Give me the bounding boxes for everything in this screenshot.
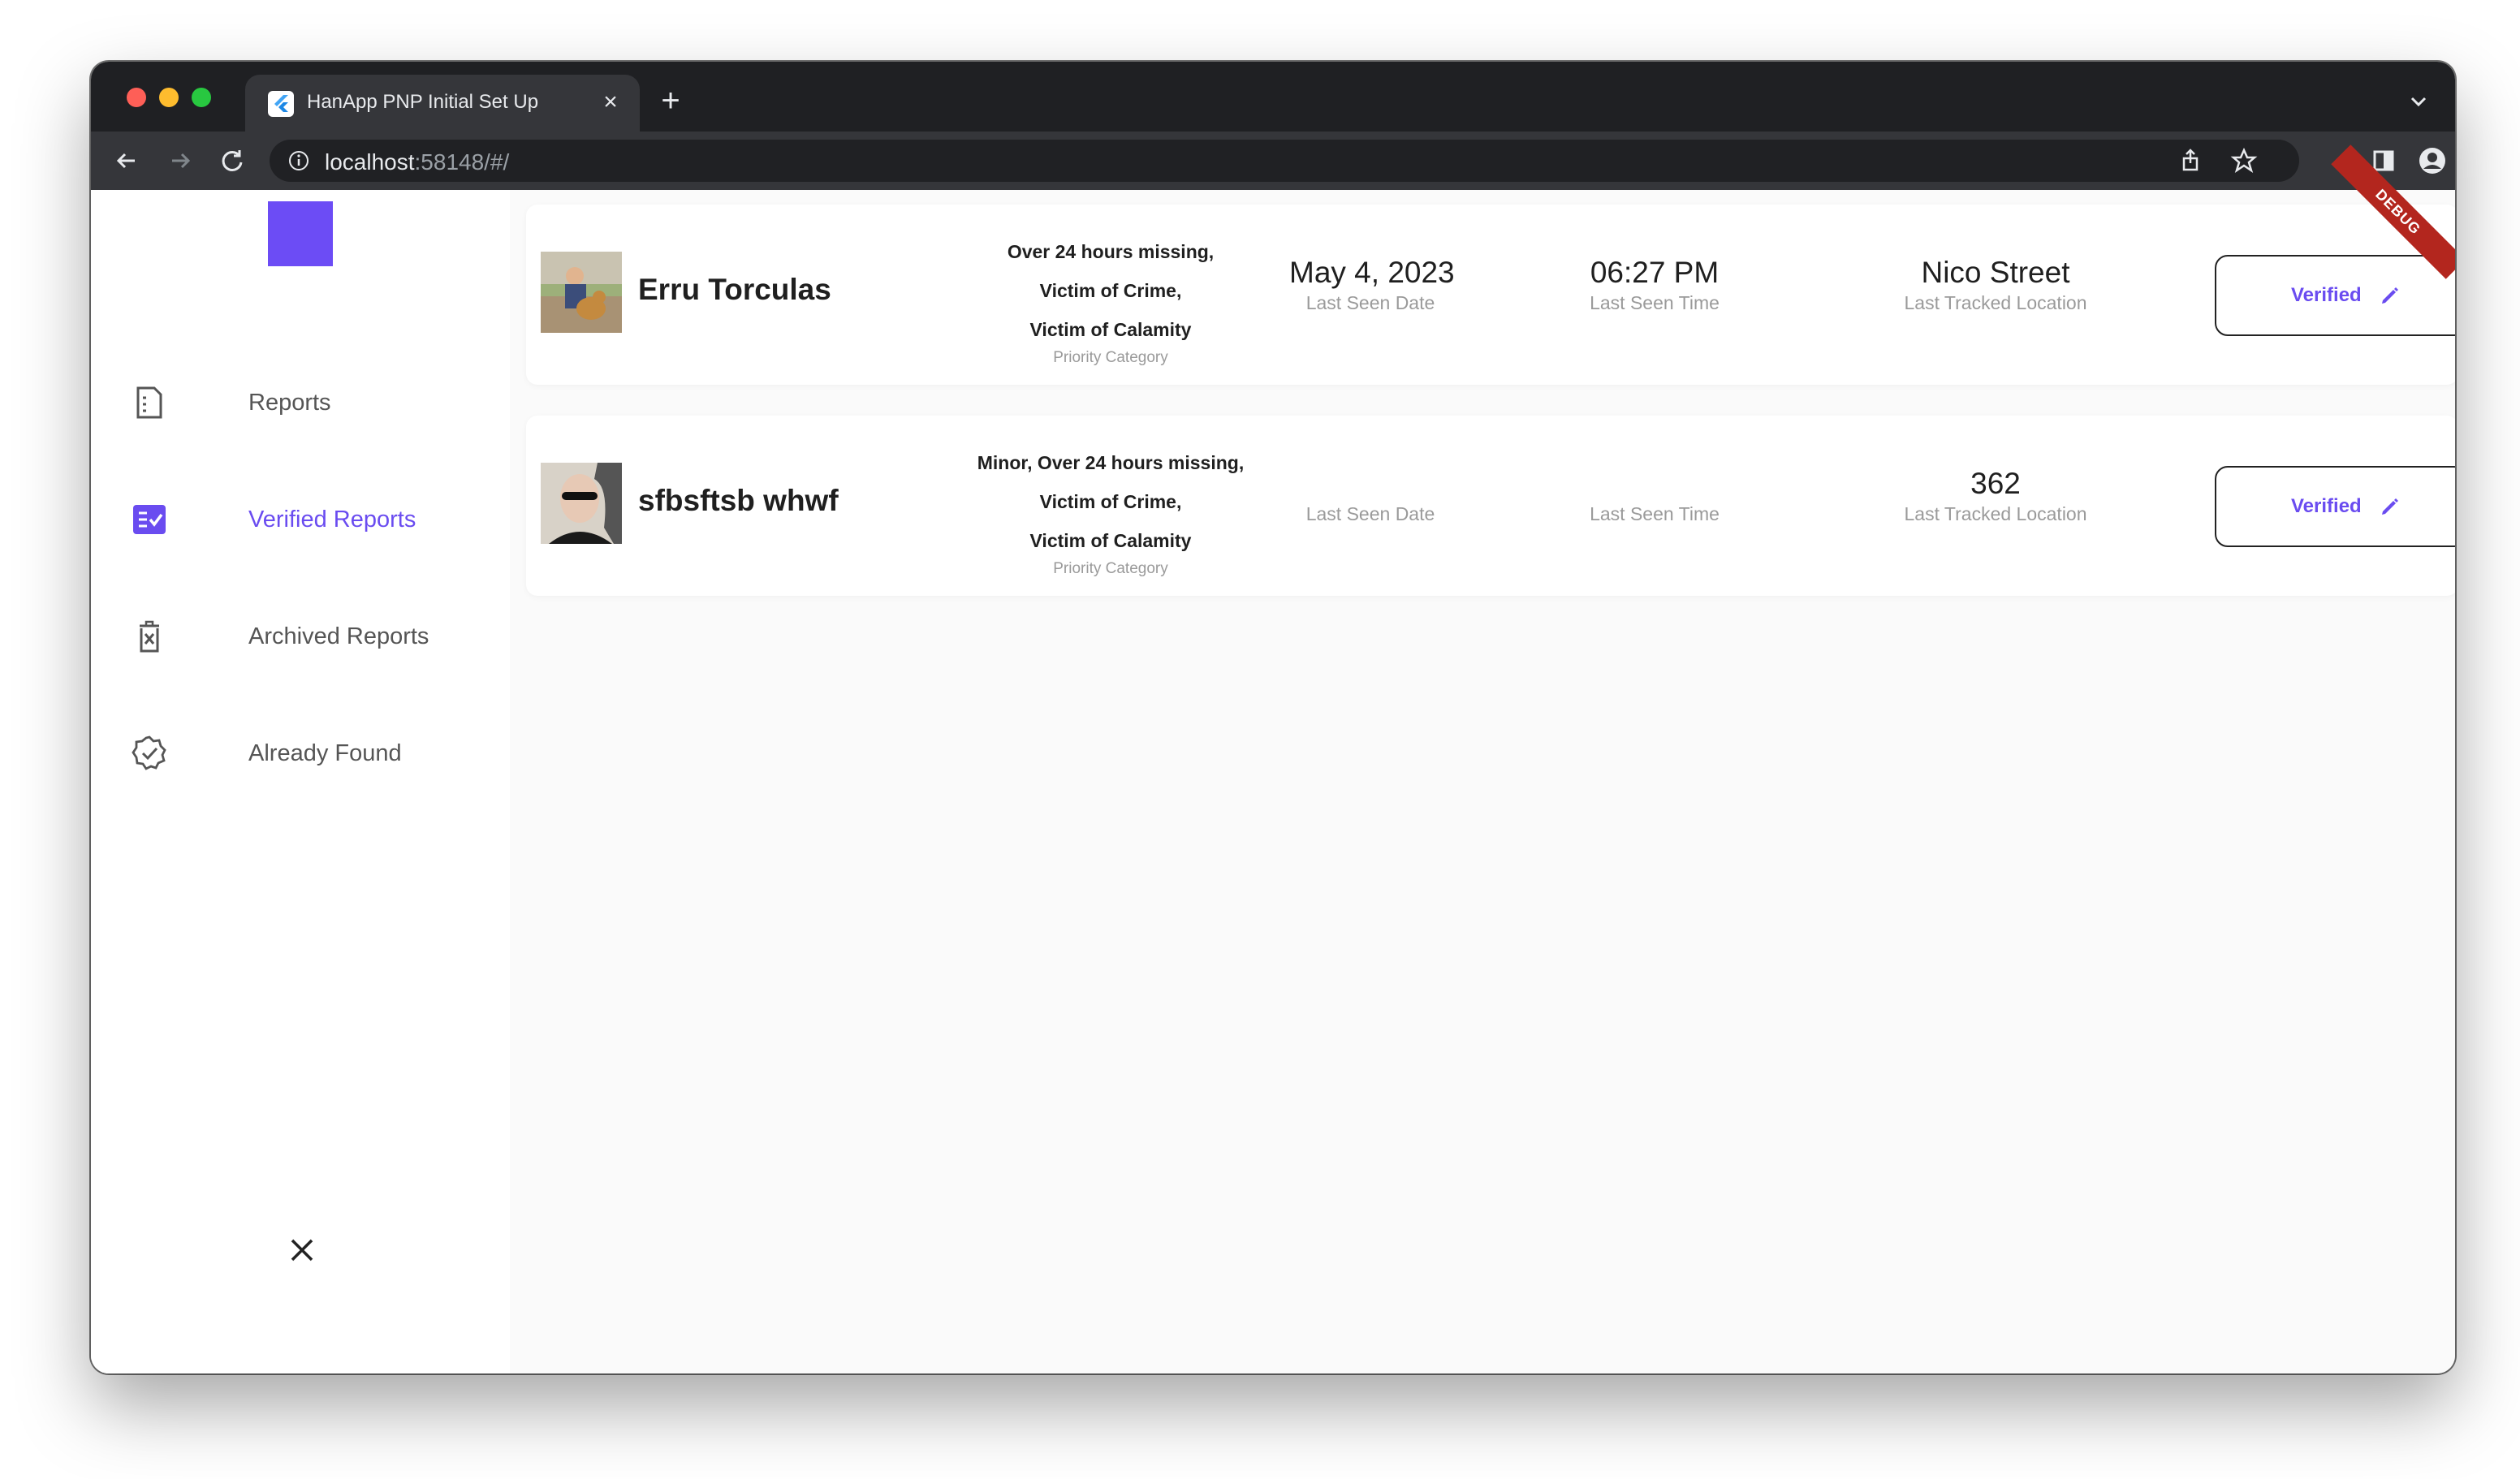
person-name: sfbsftsb whwf <box>638 484 839 517</box>
minimize-window-button[interactable] <box>159 88 179 107</box>
priority-line: Minor, Over 24 hours missing, <box>977 452 1245 473</box>
sidebar-item-archived-reports[interactable]: Archived Reports <box>132 609 472 661</box>
pencil-icon <box>2382 287 2398 304</box>
share-icon[interactable] <box>2176 146 2205 175</box>
priority-category: Minor, Over 24 hours missing, Victim of … <box>956 443 1265 578</box>
last-location-label: Last Tracked Location <box>1904 292 2087 313</box>
tab-title: HanApp PNP Initial Set Up <box>307 91 539 113</box>
document-icon <box>132 385 167 420</box>
last-seen-date-label: Last Seen Date <box>1305 503 1435 524</box>
last-seen-date-value: May 4, 2023 <box>1289 256 1455 289</box>
info-icon[interactable] <box>287 149 310 172</box>
last-location-value: Nico Street <box>1921 256 2070 289</box>
last-location-value: 362 <box>1970 467 2021 500</box>
last-seen-time-label: Last Seen Time <box>1590 503 1720 524</box>
last-seen-date: Last Seen Date <box>1289 466 1452 526</box>
sidebar-item-already-found[interactable]: Already Found <box>132 726 472 778</box>
maximize-window-button[interactable] <box>192 88 211 107</box>
app-page: Reports Verified Reports Archived Report… <box>91 144 2455 1373</box>
reload-icon[interactable] <box>216 144 248 177</box>
url-rest: :58148/#/ <box>414 149 510 175</box>
reports-list: Erru Torculas Over 24 hours missing, Vic… <box>510 144 2455 1373</box>
sidebar-item-label: Verified Reports <box>248 507 416 533</box>
app-logo <box>268 201 333 266</box>
sidebar-item-label: Reports <box>248 390 331 416</box>
close-tab-icon[interactable]: × <box>598 89 624 115</box>
last-seen-time-label: Last Seen Time <box>1590 292 1720 313</box>
priority-line: Victim of Crime, <box>1039 280 1182 301</box>
verified-button[interactable]: Verified <box>2215 466 2455 547</box>
browser-titlebar: HanApp PNP Initial Set Up × + <box>91 62 2455 132</box>
person-name: Erru Torculas <box>638 273 831 306</box>
priority-label: Priority Category <box>1053 560 1168 577</box>
url-text: localhost:58148/#/ <box>325 149 509 175</box>
sidebar-item-reports[interactable]: Reports <box>132 375 472 427</box>
last-seen-time: 06:27 PM Last Seen Time <box>1573 255 1736 315</box>
last-tracked-location: Nico Street Last Tracked Location <box>1874 255 2117 315</box>
last-seen-time: Last Seen Time <box>1573 466 1736 526</box>
last-seen-time-value <box>1573 466 1736 502</box>
last-location-label: Last Tracked Location <box>1904 503 2087 524</box>
verified-badge-icon <box>132 735 167 771</box>
last-tracked-location: 362 Last Tracked Location <box>1874 466 2117 526</box>
profile-icon[interactable] <box>2416 144 2449 177</box>
browser-toolbar: localhost:58148/#/ <box>91 132 2455 190</box>
pencil-icon <box>2382 498 2398 515</box>
sidebar-item-label: Already Found <box>248 740 402 766</box>
url-host: localhost <box>325 149 415 175</box>
chevron-down-icon[interactable] <box>2406 89 2431 114</box>
flutter-icon <box>268 91 294 117</box>
address-bar[interactable]: localhost:58148/#/ <box>270 140 2299 182</box>
trash-x-icon <box>132 619 167 654</box>
back-icon[interactable] <box>110 144 143 177</box>
verified-label: Verified <box>2291 284 2362 306</box>
last-seen-date: May 4, 2023 Last Seen Date <box>1289 255 1455 315</box>
checklist-icon <box>132 502 167 537</box>
report-card[interactable]: Erru Torculas Over 24 hours missing, Vic… <box>526 205 2455 385</box>
avatar <box>541 463 622 544</box>
verified-button[interactable]: Verified <box>2215 255 2455 336</box>
report-card[interactable]: sfbsftsb whwf Minor, Over 24 hours missi… <box>526 416 2455 596</box>
close-window-button[interactable] <box>127 88 146 107</box>
sidebar-item-verified-reports[interactable]: Verified Reports <box>132 492 472 544</box>
last-seen-date-value <box>1289 466 1452 502</box>
forward-icon[interactable] <box>164 144 196 177</box>
priority-line: Victim of Crime, <box>1039 491 1182 512</box>
priority-label: Priority Category <box>1053 349 1168 366</box>
verified-label: Verified <box>2291 495 2362 517</box>
last-seen-time-value: 06:27 PM <box>1590 256 1720 289</box>
close-icon[interactable] <box>286 1234 318 1266</box>
bookmark-star-icon[interactable] <box>2229 146 2259 175</box>
priority-line: Victim of Calamity <box>1029 530 1192 551</box>
last-seen-date-label: Last Seen Date <box>1305 292 1435 313</box>
avatar <box>541 252 622 333</box>
new-tab-icon[interactable]: + <box>654 84 687 117</box>
sidebar: Reports Verified Reports Archived Report… <box>91 190 510 1373</box>
browser-tab[interactable]: HanApp PNP Initial Set Up × <box>245 75 640 132</box>
priority-line: Over 24 hours missing, <box>1007 241 1215 262</box>
sidebar-item-label: Archived Reports <box>248 623 429 649</box>
browser-window: HanApp PNP Initial Set Up × + localhost:… <box>91 62 2455 1373</box>
priority-category: Over 24 hours missing, Victim of Crime, … <box>956 232 1265 367</box>
priority-line: Victim of Calamity <box>1029 319 1192 340</box>
